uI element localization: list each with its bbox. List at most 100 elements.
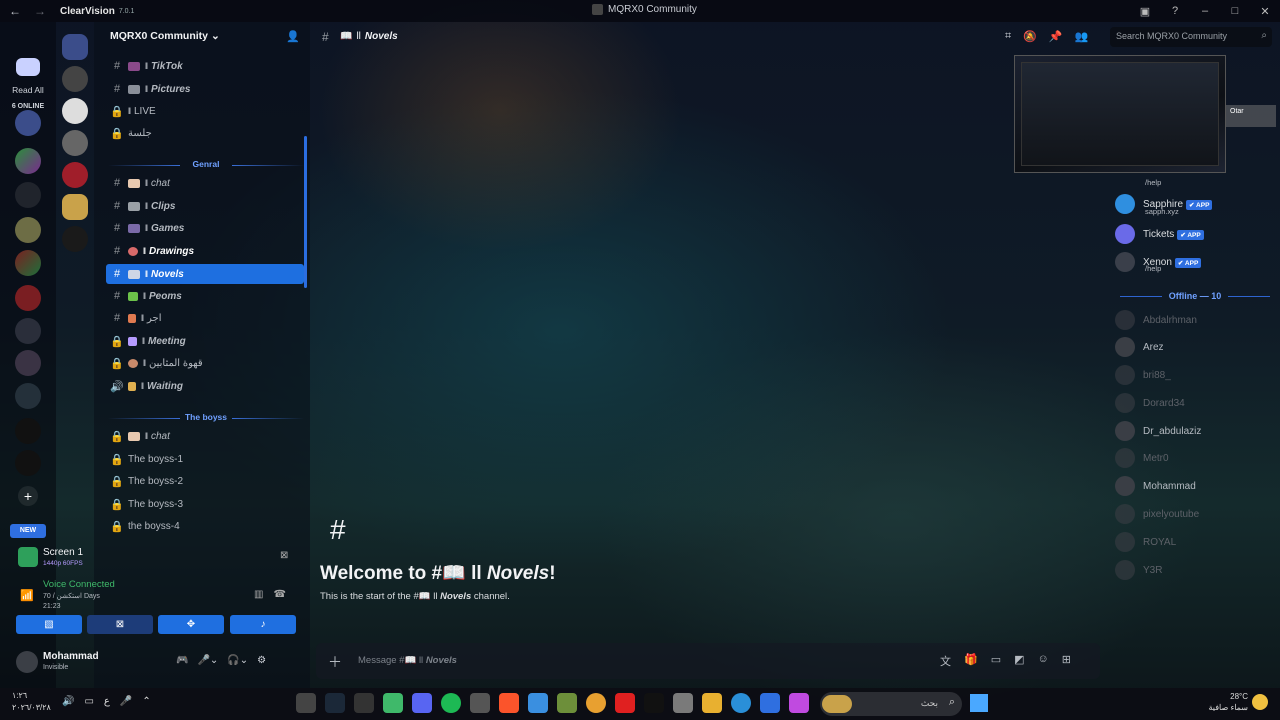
server-icon[interactable] xyxy=(15,418,41,444)
activities-button[interactable]: ✥ xyxy=(158,615,224,634)
member-offline[interactable]: Mohammad xyxy=(1115,476,1196,496)
new-badge[interactable]: NEW xyxy=(10,524,46,538)
channel-novels[interactable]: # ll Novels xyxy=(106,264,304,284)
soundboard-button[interactable]: ♪ xyxy=(230,615,296,634)
member-offline[interactable]: Dr_abdulaziz xyxy=(1115,421,1201,441)
emoji-icon[interactable]: ☺ xyxy=(1038,653,1049,669)
gamepad-icon[interactable]: 🎮 xyxy=(176,655,188,666)
channel-meeting[interactable]: 🔒 ll Meeting xyxy=(106,331,304,351)
minecraft-icon[interactable] xyxy=(557,693,577,713)
channel-pictures[interactable]: # ll Pictures xyxy=(106,79,304,99)
member-offline[interactable]: ROYAL xyxy=(1115,532,1176,552)
noise-suppression-icon[interactable]: ▥ xyxy=(254,589,273,600)
settings-gear-icon[interactable]: ⚙ xyxy=(257,655,266,666)
forward-arrow-icon[interactable]: → xyxy=(30,4,50,18)
close-icon[interactable]: ✕ xyxy=(1250,5,1280,18)
channel-qahwa[interactable]: 🔒 ll قهوة المثابين xyxy=(106,353,304,373)
apps-icon[interactable]: ⊞ xyxy=(1062,653,1071,669)
chrome-icon[interactable] xyxy=(586,693,606,713)
chevron-up-icon[interactable]: ⌃ xyxy=(142,696,150,707)
user-name[interactable]: Mohammad xyxy=(43,651,99,662)
copilot-icon[interactable] xyxy=(789,693,809,713)
stop-screen-share-button[interactable]: ⊠ xyxy=(87,615,153,634)
server-icon[interactable] xyxy=(15,350,41,376)
scrollbar[interactable] xyxy=(304,136,307,288)
tiktok-icon[interactable] xyxy=(644,693,664,713)
server-icon[interactable] xyxy=(15,318,41,344)
volume-icon[interactable]: 🔊 xyxy=(62,696,74,707)
channel-chat[interactable]: # ll chat xyxy=(106,173,304,193)
channel-boyss-chat[interactable]: 🔒 ll chat xyxy=(106,426,304,446)
channel-peoms[interactable]: # ll Peoms xyxy=(106,286,304,306)
add-server-button[interactable]: + xyxy=(18,486,38,506)
server-name-dropdown[interactable]: MQRX0 Community ⌄ xyxy=(110,30,220,42)
taskbar-search[interactable]: بحث ⌕ xyxy=(820,692,962,716)
camera-toggle-button[interactable]: ▧ xyxy=(16,615,82,634)
signal-icon[interactable]: 📶 xyxy=(20,589,34,602)
member-offline[interactable]: bri88_ xyxy=(1115,365,1171,385)
clock[interactable]: ١:٢٦ ٢٠٢٦/٠٣/٢٨ xyxy=(12,690,51,714)
app-icon[interactable] xyxy=(470,693,490,713)
member-offline[interactable]: Arez xyxy=(1115,337,1164,357)
server-folder-icon[interactable] xyxy=(15,148,41,174)
server-icon[interactable] xyxy=(15,217,41,243)
help-icon[interactable]: ? xyxy=(1160,5,1190,17)
category-genral[interactable]: Genral xyxy=(108,159,304,169)
maximize-icon[interactable]: □ xyxy=(1220,5,1250,17)
channel-games[interactable]: # ll Games xyxy=(106,218,304,238)
channel-boyss-4[interactable]: 🔒 the boyss-4 xyxy=(106,516,304,536)
search-input[interactable]: Search MQRX0 Community ⌕ xyxy=(1110,27,1272,47)
server-icon[interactable] xyxy=(15,182,41,208)
stop-stream-icon[interactable]: ⊠ xyxy=(280,550,288,561)
gift-icon[interactable]: 🎁 xyxy=(964,653,978,669)
stream-preview[interactable] xyxy=(1014,55,1226,173)
app-icon[interactable] xyxy=(354,693,374,713)
inbox-icon[interactable]: ▣ xyxy=(1130,5,1160,18)
app-icon[interactable] xyxy=(528,693,548,713)
message-input[interactable]: ＋ Message #📖 ll Novels 文 🎁 ▭ ◩ ☺ ⊞ xyxy=(316,643,1100,679)
channel-live[interactable]: 🔒 ll LIVE xyxy=(106,101,304,121)
weather-widget[interactable]: 28°C سماء صافية xyxy=(1208,691,1248,713)
app-icon[interactable] xyxy=(296,693,316,713)
server-icon[interactable] xyxy=(62,226,88,252)
notification-bell-icon[interactable]: 🔕 xyxy=(1023,30,1037,43)
server-icon[interactable] xyxy=(62,98,88,124)
read-all-button[interactable]: Read All xyxy=(4,85,52,95)
language-indicator[interactable]: ع xyxy=(104,696,110,707)
discord-home-icon[interactable] xyxy=(16,58,40,76)
sticker-icon[interactable]: ◩ xyxy=(1014,653,1024,669)
server-icon[interactable] xyxy=(15,250,41,276)
member-offline[interactable]: Dorard34 xyxy=(1115,393,1185,413)
channel-boyss-3[interactable]: 🔒 The boyss-3 xyxy=(106,494,304,514)
brave-icon[interactable] xyxy=(499,693,519,713)
youtube-icon[interactable] xyxy=(615,693,635,713)
channel-waiting[interactable]: 🔊 ll Waiting xyxy=(106,376,304,396)
channel-clips[interactable]: # ll Clips xyxy=(106,196,304,216)
category-the-boyss[interactable]: The boyss xyxy=(108,412,304,422)
microphone-icon[interactable]: 🎤 xyxy=(120,696,132,707)
member-offline[interactable]: Y3R xyxy=(1115,560,1162,580)
network-icon[interactable]: ▭ xyxy=(84,696,93,707)
windows-start-icon[interactable] xyxy=(970,694,988,712)
member-offline[interactable]: Abdalrhman xyxy=(1115,310,1197,330)
back-arrow-icon[interactable]: ← xyxy=(0,4,30,18)
disconnect-icon[interactable]: ☎ xyxy=(273,589,295,600)
headphones-icon[interactable]: 🎧⌄ xyxy=(227,655,248,666)
channel-boyss-2[interactable]: 🔒 The boyss-2 xyxy=(106,471,304,491)
server-icon[interactable] xyxy=(62,194,88,220)
channel-boyss-1[interactable]: 🔒 The boyss-1 xyxy=(106,449,304,469)
channel-drawings[interactable]: # ll Drawings xyxy=(106,241,304,261)
member-offline[interactable]: Metr0 xyxy=(1115,448,1169,468)
invite-people-icon[interactable]: 👤 xyxy=(286,30,300,43)
discord-icon[interactable] xyxy=(412,693,432,713)
server-icon[interactable] xyxy=(62,162,88,188)
channel-jalsa[interactable]: 🔒 جلسة xyxy=(106,123,304,143)
app-icon[interactable] xyxy=(673,693,693,713)
server-icon[interactable] xyxy=(62,66,88,92)
server-icon[interactable] xyxy=(15,285,41,311)
member-tickets[interactable]: Tickets ✔ APP xyxy=(1115,224,1204,244)
gif-icon[interactable]: ▭ xyxy=(991,653,1001,669)
attach-plus-icon[interactable]: ＋ xyxy=(328,652,342,672)
server-icon[interactable] xyxy=(62,130,88,156)
steam-icon[interactable] xyxy=(325,693,345,713)
